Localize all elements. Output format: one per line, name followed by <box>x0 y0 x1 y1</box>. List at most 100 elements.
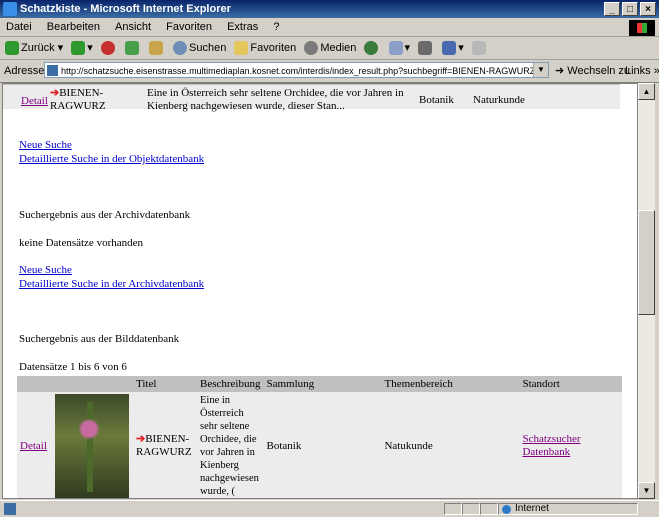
row-detail-link[interactable]: Detail <box>20 440 47 452</box>
page-status-icon <box>4 503 16 515</box>
row-sammlung-cell: Botanik <box>266 440 302 452</box>
objekt-thema: Naturkunde <box>473 94 525 106</box>
menu-extras[interactable]: Extras <box>227 21 258 33</box>
mail-icon <box>388 41 403 56</box>
row-standort-cell: Schatzsucher Datenbank <box>519 392 622 498</box>
refresh-button[interactable] <box>124 37 141 59</box>
home-icon <box>148 41 163 56</box>
row-title-line1: BIENEN- <box>145 433 190 445</box>
objekt-title-line1: BIENEN- <box>59 87 104 99</box>
archiv-detail-search-link[interactable]: Detaillierte Suche in der Archivdatenban… <box>19 278 204 290</box>
status-bar: Internet <box>0 500 659 517</box>
ie-icon <box>3 2 17 16</box>
home-button[interactable] <box>148 37 165 59</box>
desc-line: sehr seltene <box>200 421 250 432</box>
edit-icon <box>442 41 457 56</box>
bild-count: Datensätze 1 bis 6 von 6 <box>19 361 127 373</box>
status-segment <box>444 503 462 515</box>
header-beschreibung: Beschreibung <box>197 376 264 392</box>
page-content: Detail ➔BIENEN- RAGWURZ Eine in Österreic… <box>2 83 638 499</box>
table-header-row: Titel Beschreibung Sammlung Themenbereic… <box>17 376 622 392</box>
media-label: Medien <box>320 42 357 54</box>
vertical-scrollbar[interactable]: ▲ ▼ <box>638 83 655 499</box>
stop-icon <box>100 41 115 56</box>
history-button[interactable] <box>364 37 380 59</box>
stop-button[interactable] <box>100 37 117 59</box>
favorites-label: Favoriten <box>250 42 297 54</box>
bild-heading: Suchergebnis aus der Bilddatenbank <box>19 333 180 345</box>
header-empty <box>17 376 53 392</box>
address-input[interactable]: http://schatzsuche.eisenstrasse.multimed… <box>44 62 549 78</box>
menu-ansicht[interactable]: Ansicht <box>115 21 151 33</box>
menu-bearbeiten[interactable]: Bearbeiten <box>47 21 100 33</box>
objekt-detail-search-link[interactable]: Detaillierte Suche in der Objektdatenban… <box>19 153 204 165</box>
maximize-button[interactable]: □ <box>622 2 638 16</box>
archiv-new-search-link[interactable]: Neue Suche <box>19 264 72 276</box>
row-image-cell <box>53 392 133 498</box>
objekt-new-search-link[interactable]: Neue Suche <box>19 139 72 151</box>
desc-line: Kienberg <box>200 460 239 471</box>
window-title: Schatzkiste - Microsoft Internet Explore… <box>20 3 231 15</box>
discuss-button[interactable] <box>471 37 488 59</box>
desc-line: Österreich <box>200 408 244 419</box>
scroll-up-icon[interactable]: ▲ <box>638 83 655 100</box>
globe-icon <box>502 505 511 514</box>
links-button[interactable]: Links » <box>625 60 659 82</box>
menu-favoriten[interactable]: Favoriten <box>166 21 212 33</box>
close-button[interactable]: × <box>640 2 656 16</box>
print-button[interactable] <box>418 37 434 59</box>
print-icon <box>418 41 433 56</box>
back-label: Zurück <box>21 42 55 54</box>
header-sammlung: Sammlung <box>263 376 382 392</box>
row-detail-cell: Detail <box>17 392 53 498</box>
desc-line: nachgewiesen <box>200 473 259 484</box>
address-dropdown-icon[interactable]: ▼ <box>533 63 548 77</box>
discuss-icon <box>471 41 486 56</box>
forward-arrow-icon <box>71 41 86 56</box>
scroll-thumb[interactable] <box>638 210 655 315</box>
objekt-sammlung: Botanik <box>419 94 454 106</box>
status-segment <box>462 503 480 515</box>
media-button[interactable]: Medien <box>304 37 356 59</box>
header-image <box>53 376 133 392</box>
toolbar: Zurück ▾ ▾ Suchen Favoriten Medien ▾ ▾ <box>0 37 659 60</box>
address-label: Adresse <box>4 65 45 77</box>
search-icon <box>173 41 188 56</box>
go-label: Wechseln zu <box>567 65 631 77</box>
table-row: Detail ➔BIENEN- RAGWURZ Eine in Österreic… <box>17 392 622 498</box>
header-titel: Titel <box>133 376 197 392</box>
row-description-cell: Eine in Österreich sehr seltene Orchidee… <box>197 392 263 498</box>
zone-label: Internet <box>515 503 549 514</box>
menu-bar: Datei Bearbeiten Ansicht Favoriten Extra… <box>0 18 659 37</box>
menu-help[interactable]: ? <box>273 21 279 33</box>
row-title-cell: ➔BIENEN- RAGWURZ <box>133 392 197 498</box>
mail-button[interactable]: ▾ <box>388 37 410 59</box>
row-title-line2: RAGWURZ <box>136 446 192 458</box>
detail-link[interactable]: Detail <box>21 95 48 107</box>
objekt-desc-line2: Kienberg nachgewiesen wurde, dieser Stan… <box>147 100 345 112</box>
status-segment <box>480 503 498 515</box>
go-button[interactable]: ➜ Wechseln zu <box>555 60 630 82</box>
orchid-photo[interactable] <box>55 394 129 498</box>
header-standort: Standort <box>519 376 622 392</box>
search-button[interactable]: Suchen <box>173 37 226 59</box>
back-arrow-icon <box>5 41 19 56</box>
archiv-heading: Suchergebnis aus der Archivdatenbank <box>19 209 191 221</box>
scroll-down-icon[interactable]: ▼ <box>638 482 655 499</box>
desc-line: vor Jahren in <box>200 447 255 458</box>
menu-datei[interactable]: Datei <box>6 21 32 33</box>
standort-line1: Schatzsucher <box>522 433 581 445</box>
standort-line2: Datenbank <box>522 446 571 458</box>
objekt-result-row: Detail ➔BIENEN- RAGWURZ Eine in Österreic… <box>3 84 620 112</box>
forward-button[interactable]: ▾ <box>71 37 93 59</box>
edit-button[interactable]: ▾ <box>442 37 464 59</box>
row-thema-cell: Natukunde <box>384 440 433 452</box>
history-icon <box>364 41 379 56</box>
objekt-title-line2: RAGWURZ <box>50 100 106 112</box>
zone-panel: Internet <box>498 503 638 515</box>
back-button[interactable]: Zurück ▾ <box>5 37 63 59</box>
standort-link[interactable]: Schatzsucher Datenbank <box>522 433 580 458</box>
favorites-button[interactable]: Favoriten <box>234 37 296 59</box>
desc-line: wurde, ( <box>200 486 235 497</box>
minimize-button[interactable]: _ <box>604 2 620 16</box>
